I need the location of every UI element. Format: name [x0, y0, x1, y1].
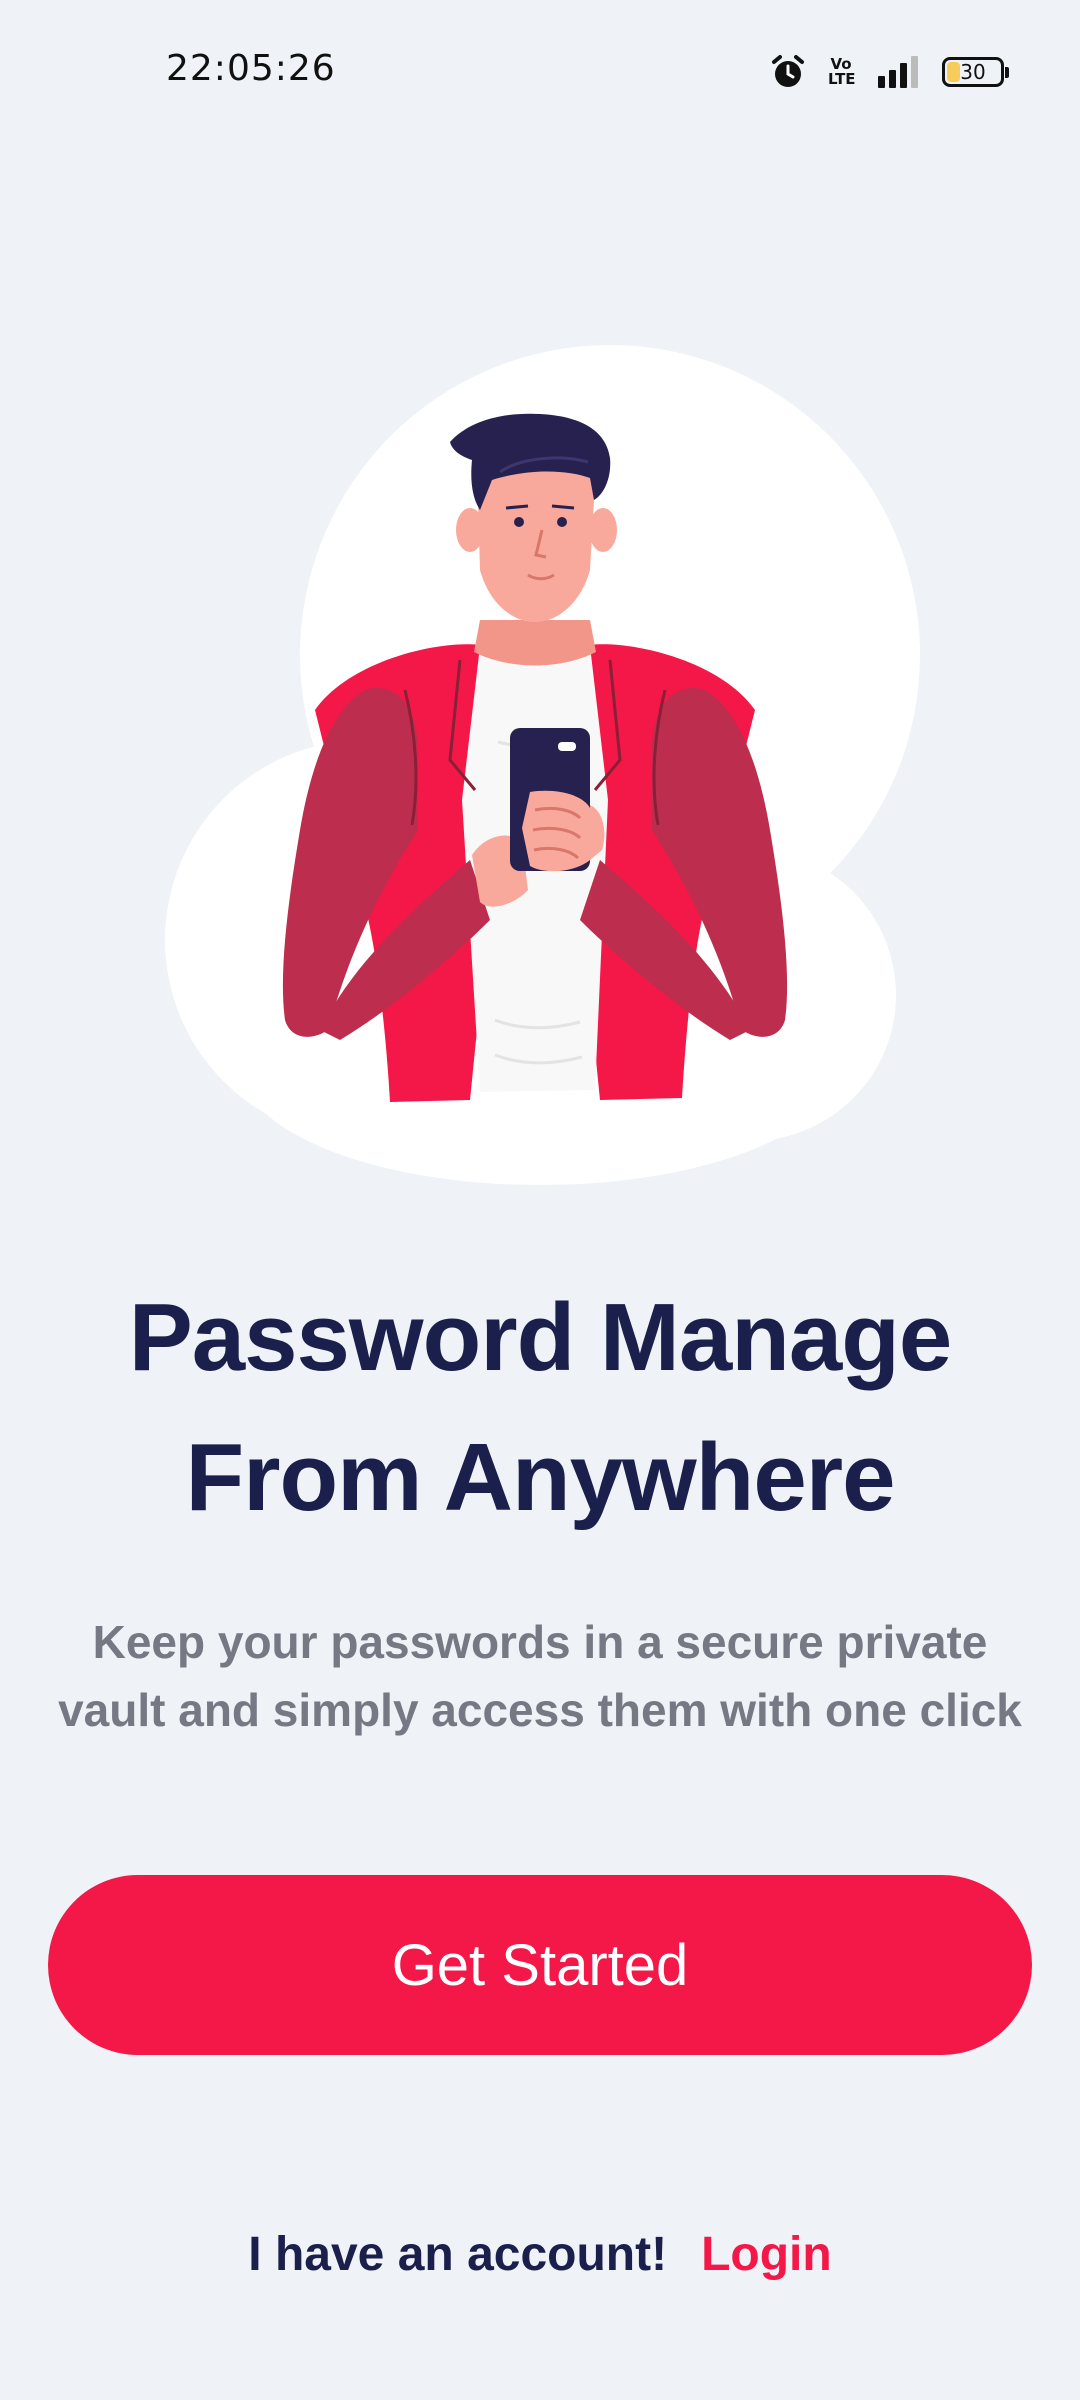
- account-prompt: I have an account!: [248, 2228, 668, 2281]
- title-line-2: From Anywhere: [185, 1424, 896, 1531]
- volte-icon: Vo LTE: [828, 57, 856, 88]
- volte-label-bottom: LTE: [828, 70, 856, 88]
- title-line-1: Password Manage: [128, 1284, 953, 1391]
- status-icons: Vo LTE 30: [770, 50, 1009, 94]
- alarm-icon: [770, 54, 806, 90]
- login-row: I have an account! Login: [0, 2220, 1080, 2290]
- man-holding-phone-illustration: [165, 345, 920, 1185]
- page-title: Password Manage From Anywhere: [0, 1268, 1080, 1548]
- page-subtitle: Keep your passwords in a secure private …: [40, 1608, 1040, 1744]
- battery-level: 30: [960, 60, 986, 84]
- subtitle-line-1: Keep your passwords in a secure private: [92, 1616, 988, 1668]
- status-time: 22:05:26: [166, 48, 336, 89]
- login-link[interactable]: Login: [701, 2228, 832, 2281]
- status-bar: 22:05:26 Vo LTE 30: [0, 0, 1080, 140]
- battery-icon: 30: [942, 57, 1009, 87]
- subtitle-line-2: vault and simply access them with one cl…: [58, 1684, 1022, 1736]
- signal-icon: [876, 56, 920, 88]
- get-started-button[interactable]: Get Started: [48, 1875, 1032, 2055]
